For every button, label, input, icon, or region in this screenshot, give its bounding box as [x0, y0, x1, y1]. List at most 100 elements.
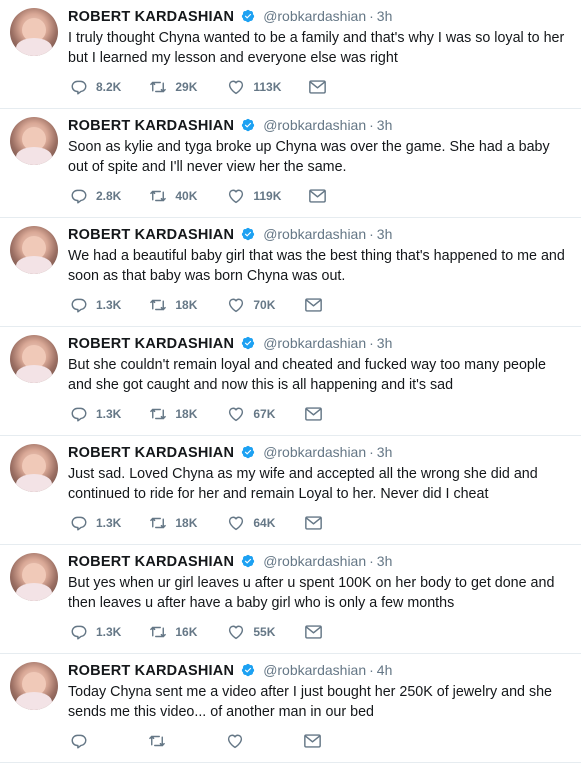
- heart-icon: [229, 298, 244, 313]
- like-count: 70K: [253, 298, 276, 312]
- direct-message-button[interactable]: [305, 298, 330, 312]
- avatar[interactable]: [10, 8, 58, 56]
- avatar[interactable]: [10, 553, 58, 601]
- retweet-count: 29K: [175, 80, 198, 94]
- retweet-button[interactable]: 18K: [149, 296, 199, 314]
- username-handle[interactable]: @robkardashian: [263, 444, 366, 460]
- like-button[interactable]: [226, 732, 276, 750]
- like-button[interactable]: 64K: [227, 514, 277, 532]
- avatar[interactable]: [10, 226, 58, 274]
- avatar-clothing: [16, 38, 52, 56]
- tweet-actions: [70, 732, 357, 750]
- reply-count: 2.8K: [96, 189, 122, 203]
- display-name[interactable]: ROBERT KARDASHIAN: [68, 227, 234, 243]
- direct-message-button[interactable]: [305, 625, 330, 639]
- username-handle[interactable]: @robkardashian: [263, 226, 366, 242]
- tweet-header: ROBERT KARDASHIAN @robkardashian · 3h: [68, 225, 392, 244]
- reply-button[interactable]: 8.2K: [70, 78, 121, 96]
- reply-button[interactable]: [70, 732, 120, 750]
- avatar-clothing: [16, 692, 52, 710]
- envelope-icon: [309, 80, 327, 94]
- heart-icon: [229, 407, 244, 422]
- tweet[interactable]: ROBERT KARDASHIAN @robkardashian · 3h We h…: [0, 218, 581, 327]
- avatar[interactable]: [10, 335, 58, 383]
- tweet-actions: 2.8K 40K 119K: [70, 187, 362, 205]
- envelope-icon: [305, 298, 323, 312]
- retweet-button[interactable]: [148, 732, 198, 750]
- like-count: 113K: [253, 80, 282, 94]
- direct-message-button[interactable]: [305, 516, 330, 530]
- timestamp[interactable]: 3h: [377, 117, 393, 133]
- timestamp[interactable]: 3h: [377, 444, 393, 460]
- reply-button[interactable]: 1.3K: [70, 514, 121, 532]
- display-name[interactable]: ROBERT KARDASHIAN: [68, 118, 234, 134]
- timestamp[interactable]: 3h: [377, 553, 393, 569]
- avatar[interactable]: [10, 117, 58, 165]
- username-handle[interactable]: @robkardashian: [263, 662, 366, 678]
- username-handle[interactable]: @robkardashian: [263, 553, 366, 569]
- tweet-actions: 1.3K 16K 55K: [70, 623, 358, 641]
- retweet-count: 18K: [175, 407, 198, 421]
- tweet[interactable]: ROBERT KARDASHIAN @robkardashian · 3h I tr…: [0, 0, 581, 109]
- avatar[interactable]: [10, 444, 58, 492]
- like-button[interactable]: 70K: [227, 296, 277, 314]
- reply-icon: [71, 189, 87, 204]
- like-button[interactable]: 119K: [227, 187, 281, 205]
- tweet-header: ROBERT KARDASHIAN @robkardashian · 4h: [68, 661, 392, 680]
- avatar[interactable]: [10, 662, 58, 710]
- envelope-icon: [305, 625, 323, 639]
- display-name[interactable]: ROBERT KARDASHIAN: [68, 663, 234, 679]
- like-button[interactable]: 113K: [227, 78, 281, 96]
- tweet[interactable]: ROBERT KARDASHIAN @robkardashian · 4h Toda…: [0, 654, 581, 763]
- like-count: 67K: [253, 407, 276, 421]
- reply-button[interactable]: 1.3K: [70, 296, 121, 314]
- tweet-text: We had a beautiful baby girl that was th…: [68, 248, 565, 284]
- timestamp[interactable]: 3h: [377, 8, 393, 24]
- reply-button[interactable]: 1.3K: [70, 405, 121, 423]
- separator-dot: ·: [369, 8, 374, 24]
- reply-count: 1.3K: [96, 298, 122, 312]
- tweet[interactable]: ROBERT KARDASHIAN @robkardashian · 3h But …: [0, 327, 581, 436]
- retweet-button[interactable]: 16K: [149, 623, 199, 641]
- direct-message-button[interactable]: [305, 407, 330, 421]
- username-handle[interactable]: @robkardashian: [263, 335, 366, 351]
- reply-icon: [71, 625, 87, 640]
- display-name[interactable]: ROBERT KARDASHIAN: [68, 336, 234, 352]
- reply-icon: [71, 734, 87, 749]
- username-handle[interactable]: @robkardashian: [263, 117, 366, 133]
- heart-icon: [229, 516, 244, 531]
- timestamp[interactable]: 4h: [377, 662, 393, 678]
- like-button[interactable]: 67K: [227, 405, 277, 423]
- tweet-header: ROBERT KARDASHIAN @robkardashian · 3h: [68, 7, 392, 26]
- timestamp[interactable]: 3h: [377, 335, 393, 351]
- reply-button[interactable]: 2.8K: [70, 187, 121, 205]
- display-name[interactable]: ROBERT KARDASHIAN: [68, 9, 234, 25]
- retweet-count: 40K: [175, 189, 198, 203]
- reply-button[interactable]: 1.3K: [70, 623, 121, 641]
- tweet[interactable]: ROBERT KARDASHIAN @robkardashian · 3h Soon…: [0, 109, 581, 218]
- retweet-button[interactable]: 18K: [149, 405, 199, 423]
- reply-icon: [71, 298, 87, 313]
- heart-icon: [227, 734, 243, 749]
- tweet-text: Soon as kylie and tyga broke up Chyna wa…: [68, 139, 550, 175]
- retweet-button[interactable]: 40K: [149, 187, 199, 205]
- retweet-button[interactable]: 29K: [149, 78, 199, 96]
- tweet-actions: 8.2K 29K 113K: [70, 78, 362, 96]
- display-name[interactable]: ROBERT KARDASHIAN: [68, 445, 234, 461]
- direct-message-button[interactable]: [309, 189, 334, 203]
- tweet[interactable]: ROBERT KARDASHIAN @robkardashian · 3h Just…: [0, 436, 581, 545]
- reply-count: 1.3K: [96, 516, 122, 530]
- direct-message-button[interactable]: [304, 734, 329, 748]
- tweet[interactable]: ROBERT KARDASHIAN @robkardashian · 3h But …: [0, 545, 581, 654]
- retweet-icon: [150, 408, 167, 420]
- avatar-clothing: [16, 365, 52, 383]
- direct-message-button[interactable]: [309, 80, 334, 94]
- tweet-header: ROBERT KARDASHIAN @robkardashian · 3h: [68, 116, 392, 135]
- retweet-count: 18K: [175, 298, 198, 312]
- tweet-header: ROBERT KARDASHIAN @robkardashian · 3h: [68, 552, 392, 571]
- display-name[interactable]: ROBERT KARDASHIAN: [68, 554, 234, 570]
- like-button[interactable]: 55K: [227, 623, 277, 641]
- retweet-button[interactable]: 18K: [149, 514, 199, 532]
- timestamp[interactable]: 3h: [377, 226, 393, 242]
- username-handle[interactable]: @robkardashian: [263, 8, 366, 24]
